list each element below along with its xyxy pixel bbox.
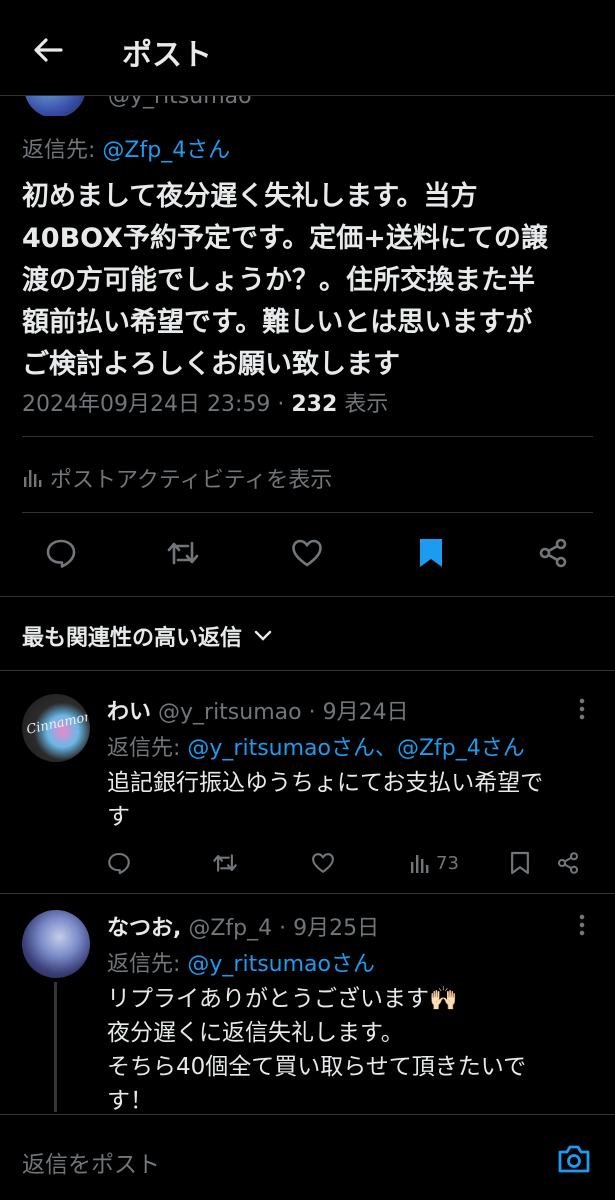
reply-compose-input[interactable]: 返信をポスト <box>22 1145 160 1179</box>
author-handle[interactable]: @y_ritsumao <box>108 96 252 109</box>
reply-text: リプライありがとうございます🙌🏻 夜分遅くに返信失礼します。 そちら40個全て買… <box>107 986 527 1114</box>
reply-to-mention[interactable]: @y_ritsumaoさん <box>187 952 375 977</box>
reply-author-name[interactable]: わい <box>107 700 151 725</box>
reply-to-mention[interactable]: @y_ritsumaoさん、@Zfp_4さん <box>187 736 524 761</box>
reply-to-label: 返信先: <box>22 138 103 163</box>
reply-text: 追記銀行振込ゆうちょにてお支払い希望で す <box>107 770 544 830</box>
like-button[interactable] <box>284 530 330 576</box>
share-button[interactable] <box>530 530 576 576</box>
views-count: 232 <box>291 392 338 417</box>
divider <box>0 893 615 894</box>
reply-handle-date[interactable]: @y_ritsumao · 9月24日 <box>151 700 409 725</box>
repost-button[interactable] <box>212 846 238 880</box>
avatar-logo-text: Cinnamon <box>25 709 90 738</box>
reply-header: わい @y_ritsumao · 9月24日 <box>107 694 409 726</box>
reply-to-label: 返信先: <box>107 952 188 977</box>
post-text: 初めまして夜分遅く失礼します。当方 40BOX予約予定です。定価+送料にての譲 … <box>22 181 548 380</box>
arrow-left-icon <box>34 38 63 62</box>
views-button[interactable]: 73 <box>410 846 459 880</box>
reply-button[interactable] <box>107 846 131 880</box>
more-vertical-icon <box>579 698 585 720</box>
reply-button[interactable] <box>38 530 84 576</box>
views-label: 表示 <box>337 392 389 417</box>
reply-header: なつお, @Zfp_4 · 9月25日 <box>107 910 379 942</box>
reply-sort-dropdown[interactable]: 最も関連性の高い返信 <box>22 620 272 652</box>
reply-sort-label: 最も関連性の高い返信 <box>22 626 243 651</box>
like-icon <box>292 539 322 567</box>
share-icon <box>539 538 567 568</box>
analytics-icon <box>24 470 42 487</box>
post-activity-link[interactable]: ポストアクティビティを表示 <box>22 462 332 494</box>
reply-to-label: 返信先: <box>107 736 188 761</box>
post-timestamp[interactable]: 2024年09月24日 23:59 · <box>22 392 291 417</box>
reply-icon <box>46 539 76 568</box>
views-count: 73 <box>436 852 459 874</box>
divider <box>22 512 593 513</box>
camera-button[interactable] <box>554 1141 594 1177</box>
share-button[interactable] <box>556 846 580 880</box>
reply-to-line: 返信先: @y_ritsumaoさん、@Zfp_4さん <box>107 730 525 762</box>
more-options-button[interactable] <box>570 910 594 940</box>
like-button[interactable] <box>311 846 335 880</box>
analytics-icon <box>411 855 429 873</box>
post-meta: 2024年09月24日 23:59 · 232 表示 <box>22 386 388 418</box>
like-icon <box>312 853 334 873</box>
reply-author-name[interactable]: なつお, <box>107 916 181 941</box>
divider <box>22 436 593 437</box>
back-button[interactable] <box>28 32 68 68</box>
top-bar: ポスト <box>0 0 615 96</box>
avatar[interactable] <box>24 96 86 116</box>
bookmark-button[interactable] <box>408 530 454 576</box>
compose-bar: 返信をポスト <box>0 1114 615 1200</box>
post-author-row: @y_ritsumao <box>0 96 615 116</box>
repost-icon <box>213 854 237 872</box>
chevron-down-icon <box>254 630 272 641</box>
post-action-bar <box>0 530 615 580</box>
camera-icon <box>558 1145 590 1173</box>
bookmark-icon <box>420 539 442 567</box>
post-activity-label: ポストアクティビティを表示 <box>50 468 333 493</box>
bookmark-icon <box>511 851 529 875</box>
thread-connector <box>54 982 57 1112</box>
more-options-button[interactable] <box>570 694 594 724</box>
reply-handle-date[interactable]: @Zfp_4 · 9月25日 <box>181 916 379 941</box>
share-icon <box>557 852 579 874</box>
reply-action-bar: 73 <box>0 846 615 880</box>
reply-to-line: 返信先: @Zfp_4さん <box>22 132 230 164</box>
page-title: ポスト <box>122 38 212 73</box>
reply-to-mention[interactable]: @Zfp_4さん <box>102 138 230 163</box>
repost-icon <box>167 541 199 565</box>
reply-icon <box>108 852 130 875</box>
reply-to-line: 返信先: @y_ritsumaoさん <box>107 946 375 978</box>
repost-button[interactable] <box>160 530 206 576</box>
divider <box>0 670 615 671</box>
more-vertical-icon <box>579 914 585 936</box>
avatar[interactable]: Cinnamon <box>22 694 90 762</box>
divider <box>0 596 615 597</box>
bookmark-button[interactable] <box>510 846 530 880</box>
avatar[interactable] <box>22 910 90 978</box>
